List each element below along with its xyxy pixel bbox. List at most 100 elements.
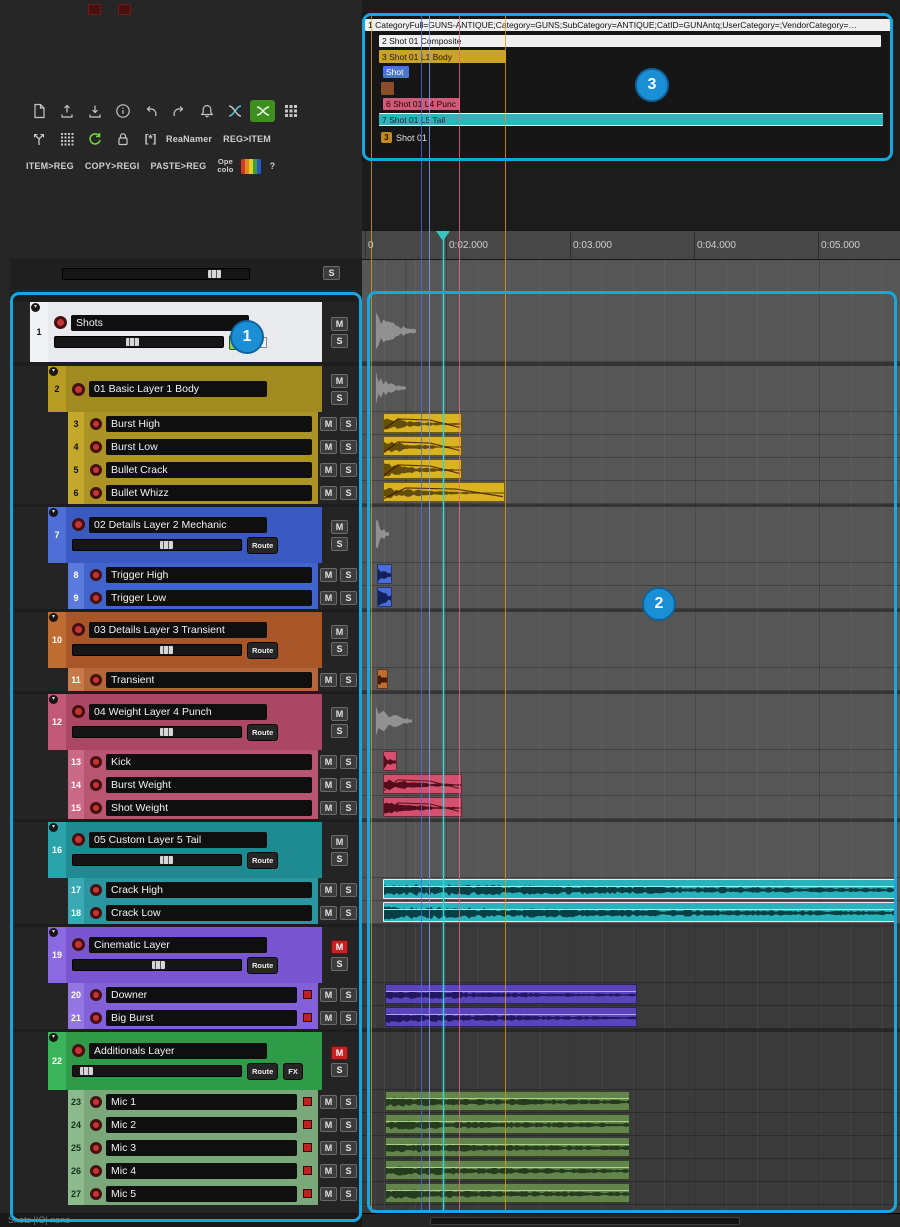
track-row[interactable]: 9Trigger LowMS bbox=[10, 586, 362, 609]
record-arm-button[interactable] bbox=[72, 383, 85, 396]
fader-handle[interactable] bbox=[160, 728, 173, 736]
track-row[interactable]: ▾1605 Custom Layer 5 TailRouteMS bbox=[10, 822, 362, 878]
record-arm-button[interactable] bbox=[72, 1044, 85, 1057]
track-number-strip[interactable]: 24 bbox=[68, 1113, 84, 1136]
arrange-lane[interactable] bbox=[362, 612, 900, 668]
record-arm-button[interactable] bbox=[90, 1012, 102, 1024]
track-row[interactable]: 13KickMS bbox=[10, 750, 362, 773]
volume-fader[interactable] bbox=[72, 959, 242, 971]
mute-button[interactable]: M bbox=[320, 1118, 337, 1132]
arrange-lane[interactable] bbox=[362, 878, 900, 901]
mute-button[interactable]: M bbox=[331, 835, 348, 849]
track-name-field[interactable]: Big Burst bbox=[106, 1010, 297, 1026]
track-row[interactable]: 17Crack HighMS bbox=[10, 878, 362, 901]
record-arm-button[interactable] bbox=[90, 989, 102, 1001]
mute-button[interactable]: M bbox=[320, 988, 337, 1002]
folder-toggle-icon[interactable]: ▾ bbox=[49, 1033, 58, 1042]
mute-button[interactable]: M bbox=[320, 1141, 337, 1155]
info-button[interactable] bbox=[110, 100, 135, 122]
track-row[interactable]: 3Burst HighMS bbox=[10, 412, 362, 435]
track-number-strip[interactable]: 3 bbox=[68, 412, 84, 435]
solo-button[interactable]: S bbox=[340, 801, 357, 815]
record-arm-button[interactable] bbox=[90, 1096, 102, 1108]
audio-item[interactable] bbox=[383, 751, 397, 771]
undo-button[interactable] bbox=[138, 100, 163, 122]
track-row[interactable]: 18Crack LowMS bbox=[10, 901, 362, 924]
record-arm-button[interactable] bbox=[90, 884, 102, 896]
mute-button[interactable]: M bbox=[320, 486, 337, 500]
arrange-lane[interactable] bbox=[362, 1113, 900, 1136]
copy-to-region-button[interactable]: COPY>REGI bbox=[85, 161, 140, 171]
arrange-lane[interactable] bbox=[362, 927, 900, 983]
record-arm-button[interactable] bbox=[90, 756, 102, 768]
audio-item[interactable] bbox=[383, 774, 462, 794]
track-name-field[interactable]: Mic 2 bbox=[106, 1117, 297, 1133]
menu-icon-2[interactable] bbox=[118, 4, 131, 15]
record-arm-button[interactable] bbox=[54, 316, 67, 329]
grid-small-button[interactable] bbox=[54, 128, 79, 150]
mute-button[interactable]: M bbox=[320, 568, 337, 582]
region-bar[interactable]: Shot bbox=[383, 66, 409, 78]
track-row[interactable]: ▾1003 Details Layer 3 TransientRouteMS bbox=[10, 612, 362, 668]
route-button[interactable]: Route bbox=[247, 537, 278, 554]
record-arm-button[interactable] bbox=[90, 487, 102, 499]
solo-button[interactable]: S bbox=[331, 391, 348, 405]
record-arm-button[interactable] bbox=[72, 833, 85, 846]
track-name-field[interactable]: 04 Weight Layer 4 Punch bbox=[89, 704, 267, 720]
arrange-lane[interactable] bbox=[362, 302, 900, 362]
audio-item[interactable] bbox=[385, 1183, 630, 1203]
folder-toggle-icon[interactable]: ▾ bbox=[31, 303, 40, 312]
track-number-strip[interactable]: ▾2 bbox=[48, 366, 66, 412]
volume-fader[interactable] bbox=[72, 644, 242, 656]
track-name-field[interactable]: Mic 4 bbox=[106, 1163, 297, 1179]
arrange-lane[interactable] bbox=[362, 750, 900, 773]
track-name-field[interactable]: Bullet Crack bbox=[106, 462, 312, 478]
folder-toggle-icon[interactable]: ▾ bbox=[49, 367, 58, 376]
track-number-strip[interactable]: 26 bbox=[68, 1159, 84, 1182]
mute-button[interactable]: M bbox=[320, 417, 337, 431]
track-row[interactable]: 15Shot WeightMS bbox=[10, 796, 362, 819]
track-name-field[interactable]: Additionals Layer bbox=[89, 1043, 267, 1059]
mute-button[interactable]: M bbox=[331, 374, 348, 388]
region-bar[interactable]: 2 Shot 01 Composite bbox=[379, 35, 881, 47]
folder-toggle-icon[interactable]: ▾ bbox=[49, 928, 58, 937]
track-number-strip[interactable]: 5 bbox=[68, 458, 84, 481]
track-row[interactable]: 27Mic 5MS bbox=[10, 1182, 362, 1205]
audio-item[interactable] bbox=[377, 669, 388, 689]
audio-item[interactable] bbox=[383, 482, 505, 502]
arrange-lane[interactable] bbox=[362, 412, 900, 435]
audio-item[interactable] bbox=[385, 1091, 630, 1111]
track-number-strip[interactable]: 15 bbox=[68, 796, 84, 819]
track-name-field[interactable]: Crack High bbox=[106, 882, 312, 898]
audio-item[interactable] bbox=[385, 1160, 630, 1180]
record-arm-button[interactable] bbox=[90, 592, 102, 604]
route-button[interactable]: Route bbox=[247, 852, 278, 869]
solo-button[interactable]: S bbox=[331, 642, 348, 656]
track-name-field[interactable]: Transient bbox=[106, 672, 312, 688]
wildcard-button[interactable]: [*] bbox=[138, 128, 163, 150]
route-button[interactable]: Route bbox=[247, 724, 278, 741]
mute-button[interactable]: M bbox=[331, 707, 348, 721]
solo-button[interactable]: S bbox=[331, 1063, 348, 1077]
arrange-lane[interactable] bbox=[362, 507, 900, 563]
region-bar[interactable]: 6 Shot 01 L4 Punc bbox=[383, 98, 460, 110]
track-row[interactable]: 5Bullet CrackMS bbox=[10, 458, 362, 481]
mute-button[interactable]: M bbox=[320, 1164, 337, 1178]
record-arm-button[interactable] bbox=[90, 802, 102, 814]
fx-bypass-button[interactable]: FX bbox=[283, 1063, 303, 1080]
track-name-field[interactable]: Mic 5 bbox=[106, 1186, 297, 1202]
track-row[interactable]: 21Big BurstMS bbox=[10, 1006, 362, 1029]
fader-handle[interactable] bbox=[160, 646, 173, 654]
audio-item[interactable] bbox=[383, 436, 462, 456]
mute-button[interactable]: M bbox=[320, 591, 337, 605]
track-number-strip[interactable]: 11 bbox=[68, 668, 84, 691]
pan-fader[interactable] bbox=[62, 268, 250, 280]
track-row[interactable]: 20DownerMS bbox=[10, 983, 362, 1006]
track-row[interactable]: 14Burst WeightMS bbox=[10, 773, 362, 796]
solo-button[interactable]: S bbox=[340, 1095, 357, 1109]
audio-item[interactable] bbox=[377, 587, 392, 607]
audio-item[interactable] bbox=[383, 797, 462, 817]
reg-to-item-button[interactable]: REG>ITEM bbox=[223, 134, 271, 144]
region-bar[interactable]: 1 CategoryFull=GUNS-ANTIQUE;Category=GUN… bbox=[365, 19, 893, 31]
track-name-field[interactable]: Burst Low bbox=[106, 439, 312, 455]
